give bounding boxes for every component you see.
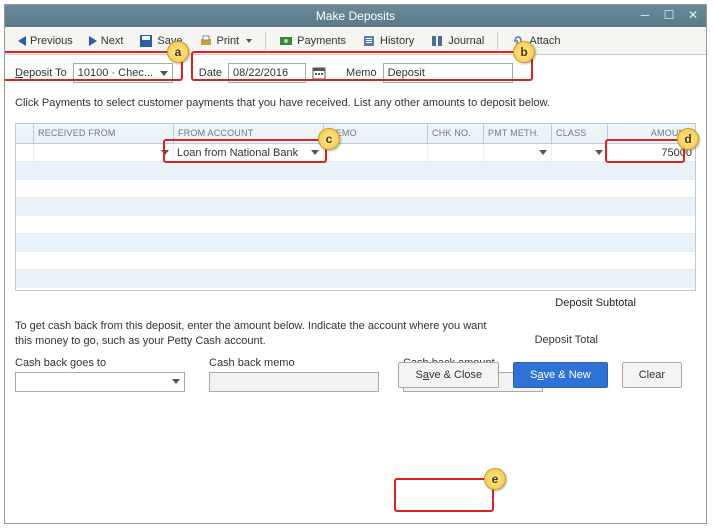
chevron-down-icon [160, 71, 168, 76]
next-button[interactable]: Next [82, 31, 131, 51]
grid-body: Loan from National Bank 75000 [16, 144, 695, 290]
memo-field[interactable]: Deposit [383, 63, 513, 83]
payments-icon [279, 34, 293, 48]
chevron-down-icon [311, 150, 319, 155]
previous-label: Previous [30, 35, 73, 47]
chevron-down-icon [595, 150, 603, 155]
content-area: Deposit To 10100 · Chec... Date 08/22/20… [5, 55, 706, 402]
table-row[interactable] [16, 234, 695, 252]
payments-label: Payments [297, 35, 346, 47]
minimize-button[interactable]: ─ [636, 7, 654, 23]
calendar-icon[interactable] [312, 66, 326, 80]
date-field[interactable]: 08/22/2016 [228, 63, 306, 83]
journal-button[interactable]: Journal [423, 30, 491, 52]
row-selector[interactable] [16, 144, 34, 161]
dropdown-caret-icon [246, 39, 252, 43]
print-label: Print [217, 35, 240, 47]
journal-label: Journal [448, 35, 484, 47]
attach-button[interactable]: Attach [504, 30, 567, 52]
print-button[interactable]: Print [192, 30, 260, 52]
col-chk-no[interactable]: CHK NO. [428, 124, 484, 143]
save-close-button[interactable]: Save & Close [398, 362, 499, 388]
deposit-to-label: Deposit To [15, 67, 67, 79]
payments-button[interactable]: Payments [272, 30, 353, 52]
deposit-to-value: 10100 · Chec... [78, 67, 153, 79]
toolbar: Previous Next Save Print Payments Histor… [5, 27, 706, 55]
attach-icon [511, 34, 525, 48]
toolbar-separator [497, 32, 498, 50]
table-row[interactable] [16, 180, 695, 198]
cell-amount[interactable]: 75000 [608, 144, 695, 161]
memo-value: Deposit [388, 67, 425, 79]
cell-received-from[interactable] [34, 144, 174, 161]
cell-chk-no[interactable] [428, 144, 484, 161]
titlebar: Make Deposits ─ ☐ ✕ [5, 5, 706, 27]
table-row[interactable]: Loan from National Bank 75000 [16, 144, 695, 162]
history-label: History [380, 35, 414, 47]
table-row[interactable] [16, 270, 695, 288]
date-value: 08/22/2016 [233, 67, 288, 79]
grid-header-blank [16, 124, 34, 143]
previous-button[interactable]: Previous [11, 31, 80, 51]
clear-button[interactable]: Clear [622, 362, 682, 388]
col-class[interactable]: CLASS [552, 124, 608, 143]
save-label: Save [157, 35, 182, 47]
save-icon [139, 34, 153, 48]
chevron-down-icon [539, 150, 547, 155]
annotation-box-e [394, 478, 494, 512]
table-row[interactable] [16, 252, 695, 270]
history-icon [362, 34, 376, 48]
col-from-account[interactable]: FROM ACCOUNT [174, 124, 324, 143]
arrow-right-icon [89, 36, 97, 46]
cell-pmt-meth[interactable] [484, 144, 552, 161]
cashback-instruction: To get cash back from this deposit, ente… [15, 319, 495, 349]
col-pmt-meth[interactable]: PMT METH. [484, 124, 552, 143]
cell-from-account[interactable]: Loan from National Bank [174, 144, 324, 161]
deposit-header-row: Deposit To 10100 · Chec... Date 08/22/20… [15, 63, 696, 83]
cashback-memo-field[interactable] [209, 372, 379, 392]
cashback-memo-label: Cash back memo [209, 357, 379, 369]
print-icon [199, 34, 213, 48]
chevron-down-icon [172, 379, 180, 384]
col-memo[interactable]: MEMO [324, 124, 428, 143]
col-received-from[interactable]: RECEIVED FROM [34, 124, 174, 143]
toolbar-separator [265, 32, 266, 50]
cashback-goes-to-label: Cash back goes to [15, 357, 185, 369]
attach-label: Attach [529, 35, 560, 47]
button-bar: Save & Close Save & New Clear [398, 362, 682, 388]
table-row[interactable] [16, 216, 695, 234]
payments-instruction: Click Payments to select customer paymen… [15, 97, 696, 109]
history-button[interactable]: History [355, 30, 421, 52]
date-label: Date [199, 67, 222, 79]
deposit-total-label: Deposit Total [535, 334, 598, 346]
maximize-button[interactable]: ☐ [660, 7, 678, 23]
save-new-button[interactable]: Save & New [513, 362, 608, 388]
callout-e: e [484, 468, 506, 490]
cell-class[interactable] [552, 144, 608, 161]
journal-icon [430, 34, 444, 48]
next-label: Next [101, 35, 124, 47]
cell-memo[interactable] [324, 144, 428, 161]
deposit-to-combo[interactable]: 10100 · Chec... [73, 63, 173, 83]
make-deposits-window: Make Deposits ─ ☐ ✕ Previous Next Save P… [4, 4, 707, 524]
memo-label: Memo [346, 67, 377, 79]
deposit-subtotal-label: Deposit Subtotal [15, 291, 696, 313]
chevron-down-icon [161, 150, 169, 155]
col-amount[interactable]: AMOUNT [608, 124, 695, 143]
save-button[interactable]: Save [132, 30, 189, 52]
table-row[interactable] [16, 162, 695, 180]
grid-header: RECEIVED FROM FROM ACCOUNT MEMO CHK NO. … [16, 124, 695, 144]
window-title: Make Deposits [316, 9, 395, 23]
close-window-button[interactable]: ✕ [684, 7, 702, 23]
cashback-goes-to-combo[interactable] [15, 372, 185, 392]
deposit-line-grid: RECEIVED FROM FROM ACCOUNT MEMO CHK NO. … [15, 123, 696, 291]
arrow-left-icon [18, 36, 26, 46]
table-row[interactable] [16, 198, 695, 216]
